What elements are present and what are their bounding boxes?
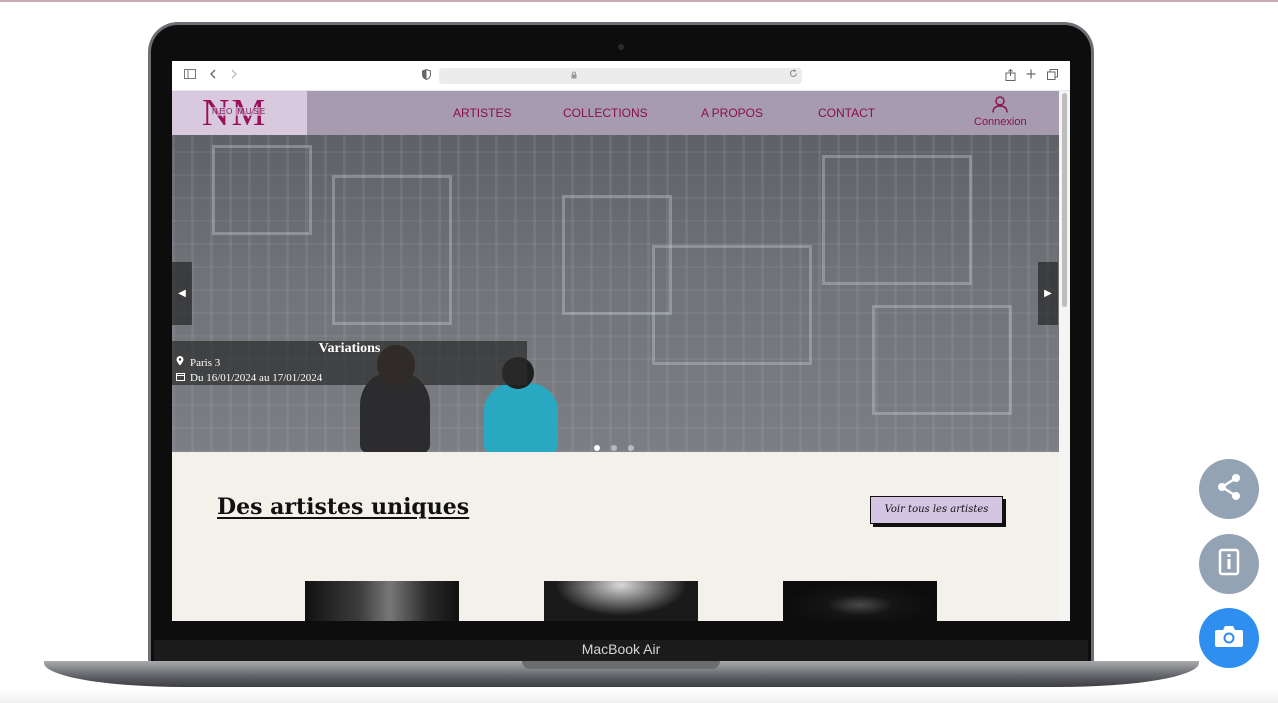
visitor-figure [484,383,558,452]
exhibition-location: Paris 3 [176,356,220,369]
user-icon [974,96,1027,116]
camera-icon [1214,623,1244,654]
hero-brushstroke [872,305,1012,415]
info-button[interactable] [1199,534,1259,594]
carousel-dot[interactable] [628,445,634,451]
address-bar[interactable] [439,68,802,84]
lock-icon [571,71,577,81]
logo-subtitle: NEO MUSE [212,107,267,116]
nav-collections[interactable]: COLLECTIONS [563,106,648,120]
forward-icon[interactable] [230,69,238,83]
laptop-notch [522,661,720,669]
login-link[interactable]: Connexion [974,96,1027,128]
section-title: Des artistes uniques [217,494,470,520]
hero-brushstroke [332,175,452,325]
device-label: MacBook Air [581,641,661,657]
top-accent-line [0,0,1278,2]
carousel-next-button[interactable]: ▶ [1038,262,1058,325]
scroll-thumb[interactable] [1062,93,1067,307]
view-all-artists-button[interactable]: Voir tous les artistes [870,496,1003,524]
artist-card[interactable] [783,581,937,621]
carousel-indicators [594,438,645,452]
exhibition-title: Variations [318,341,381,356]
carousel-prev-button[interactable]: ◀ [172,262,192,325]
sidebar-toggle-icon[interactable] [184,69,196,83]
artists-section: Des artistes uniques Voir tous les artis… [172,452,1059,621]
hero-brushstroke [212,145,312,235]
site-logo[interactable]: NM NEO MUSE [172,91,307,135]
share-icon [1214,472,1244,507]
carousel-dot[interactable] [611,445,617,451]
reload-icon[interactable] [789,69,798,81]
laptop-screen: NM NEO MUSE ARTISTES COLLECTIONS A PROPO… [172,61,1070,621]
new-tab-icon[interactable] [1026,69,1036,83]
hero-brushstroke [822,155,972,285]
screenshot-button[interactable] [1199,608,1259,668]
artist-card[interactable] [305,581,459,621]
browser-toolbar [172,61,1070,91]
page-scrollbar[interactable] [1059,91,1070,621]
location-text: Paris 3 [190,357,221,369]
artist-card[interactable] [544,581,698,621]
document-icon [1218,548,1240,581]
carousel-dot[interactable] [594,445,600,451]
hero-brushstroke [652,245,812,365]
exhibition-caption[interactable]: Variations Paris 3 Du 16/01/2024 au 17/0… [172,341,527,385]
exhibition-dates: Du 16/01/2024 au 17/01/2024 [176,372,322,384]
nav-contact[interactable]: CONTACT [818,106,875,120]
map-pin-icon [176,356,190,369]
login-label: Connexion [974,116,1027,128]
hero-carousel: ◀ ▶ Variations Paris 3 Du 16/01/2024 au … [172,135,1059,452]
share-button[interactable] [1199,459,1259,519]
webcam [618,44,624,50]
calendar-icon [176,372,190,384]
share-page-icon[interactable] [1005,68,1016,85]
nav-artistes[interactable]: ARTISTES [453,106,511,120]
tab-overview-icon[interactable] [1047,69,1058,84]
back-icon[interactable] [209,69,217,83]
privacy-shield-icon[interactable] [422,68,431,84]
nav-a-propos[interactable]: A PROPOS [701,106,763,120]
floor-shadow [0,688,1278,703]
dates-text: Du 16/01/2024 au 17/01/2024 [190,372,323,384]
site-header: NM NEO MUSE ARTISTES COLLECTIONS A PROPO… [172,91,1059,135]
